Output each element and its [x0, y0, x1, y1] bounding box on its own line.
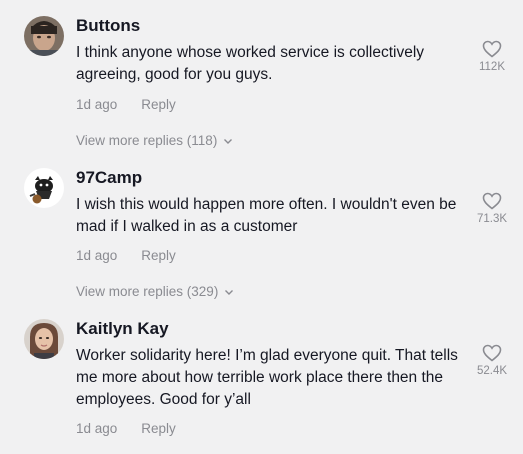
heart-outline-icon: [472, 344, 512, 362]
avatar[interactable]: [24, 16, 64, 56]
avatar[interactable]: [24, 168, 64, 208]
comment-username[interactable]: Buttons: [76, 16, 140, 36]
comment-time: 1d ago: [76, 97, 118, 112]
heart-outline-icon: [472, 40, 512, 58]
comment-text: I think anyone whose worked service is c…: [76, 44, 425, 83]
like-count: 52.4K: [476, 365, 508, 377]
like-button[interactable]: 112K: [472, 40, 512, 73]
view-more-replies-button[interactable]: View more replies (118): [76, 133, 233, 149]
like-button[interactable]: 52.4K: [472, 344, 512, 377]
comment-text: I wish this would happen more often. I w…: [76, 196, 457, 235]
chevron-down-icon: [224, 285, 234, 300]
comment-username[interactable]: Kaitlyn Kay: [76, 319, 169, 339]
heart-outline-icon: [472, 192, 512, 210]
reply-button[interactable]: Reply: [141, 248, 176, 263]
like-button[interactable]: 71.3K: [472, 192, 512, 225]
chevron-down-icon: [223, 134, 233, 149]
comment-meta: 1d ago Reply: [76, 421, 176, 436]
comment-meta: 1d ago Reply: [76, 248, 176, 263]
comment-username[interactable]: 97Camp: [76, 168, 142, 188]
reply-button[interactable]: Reply: [141, 97, 176, 112]
like-count: 112K: [478, 61, 505, 73]
like-count: 71.3K: [476, 213, 508, 225]
comment-text: Worker solidarity here! I’m glad everyon…: [76, 347, 458, 408]
view-more-replies-label: View more replies (329): [76, 284, 219, 299]
comment-time: 1d ago: [76, 421, 118, 436]
view-more-replies-label: View more replies (118): [76, 133, 218, 148]
avatar[interactable]: [24, 319, 64, 359]
view-more-replies-button[interactable]: View more replies (329): [76, 284, 234, 300]
reply-button[interactable]: Reply: [141, 421, 176, 436]
comment-time: 1d ago: [76, 248, 118, 263]
comment-meta: 1d ago Reply: [76, 97, 176, 112]
